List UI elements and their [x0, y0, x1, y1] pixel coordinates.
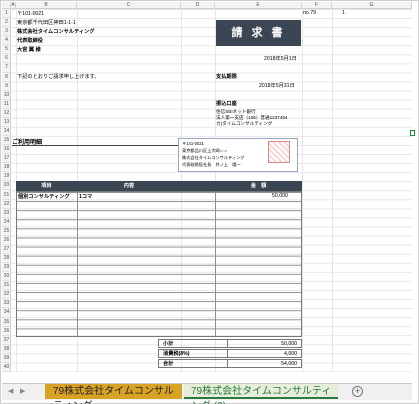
sheet-tab-2[interactable]: 79株式会社タイムコンサルティング (2) [184, 384, 338, 404]
due-label: 支払期限 [216, 74, 237, 80]
row-header-35[interactable]: 35 [2, 318, 11, 327]
row-header-25[interactable]: 25 [2, 227, 11, 236]
header-amount: 金 額 [250, 183, 267, 189]
issuer-zip: 〒141-0021 [182, 141, 204, 146]
row-header-13[interactable]: 13 [2, 118, 11, 127]
subtotal-label: 小計 [163, 341, 174, 347]
table-body [16, 191, 302, 337]
row-header-20[interactable]: 20 [2, 181, 11, 191]
column-header-c[interactable]: C [77, 2, 181, 9]
total-label: 合計 [163, 361, 174, 367]
row-header-8[interactable]: 8 [2, 73, 11, 82]
due-date: 2018年5月31日 [259, 83, 295, 89]
table-col-divider [215, 191, 216, 337]
summary-divider [227, 340, 228, 347]
row-header-26[interactable]: 26 [2, 236, 11, 245]
row-header-15[interactable]: 15 [2, 136, 11, 146]
recipient-address: 東京都千代田区神田1-1-1 [17, 20, 76, 26]
tax-row: 消費税(8%) 4,000 [158, 349, 302, 358]
column-header-d[interactable]: D [181, 2, 215, 9]
recipient-name: 大宮 翼 様 [17, 47, 41, 53]
row-header-40[interactable]: 40 [2, 363, 11, 372]
selection-handle[interactable] [410, 130, 415, 136]
row-header-23[interactable]: 23 [2, 209, 11, 218]
column-header-f[interactable]: F [302, 2, 332, 9]
row-header-18[interactable]: 18 [2, 163, 11, 173]
row-header-3[interactable]: 3 [2, 27, 11, 37]
row-header-24[interactable]: 24 [2, 218, 11, 227]
grid-vline [332, 9, 333, 372]
table-row-amount: 50,000 [272, 193, 288, 199]
row-header-33[interactable]: 33 [2, 299, 11, 309]
issuer-company: 株式会社タイムコンサルティング [182, 155, 245, 160]
intro-text: 下記のとおりご請求申し上げます。 [17, 74, 100, 80]
column-header-g[interactable]: G [332, 2, 412, 9]
row-header-7[interactable]: 7 [2, 63, 11, 73]
row-header-31[interactable]: 31 [2, 281, 11, 291]
column-header-bar: A B C D E F G [2, 2, 412, 9]
usage-underline [12, 145, 178, 146]
table-row-content: 1コマ [79, 194, 93, 200]
row-header-39[interactable]: 39 [2, 354, 11, 363]
table-col-divider [77, 191, 78, 337]
sheet-tab-1[interactable]: 79株式会社タイムコンサルティング [45, 384, 182, 404]
company-seal-icon [268, 141, 290, 163]
row-header-28[interactable]: 28 [2, 254, 11, 264]
recipient-title: 代表取締役 [17, 38, 43, 44]
grid-vline [302, 9, 303, 372]
row-header-32[interactable]: 32 [2, 290, 11, 300]
invoice-title: 請 求 書 [216, 20, 301, 46]
row-header-22[interactable]: 22 [2, 200, 11, 209]
row-header-36[interactable]: 36 [2, 327, 11, 336]
add-sheet-button[interactable]: + [352, 386, 363, 397]
issuer-rep: 代表取締役社長 井ノ上 陽一 [182, 162, 241, 167]
row-header-37[interactable]: 37 [2, 336, 11, 345]
row-header-21[interactable]: 21 [2, 191, 11, 200]
table-header: 項目 内容 金 額 [16, 181, 302, 191]
header-item: 項目 [41, 183, 52, 189]
row-header-16[interactable]: 16 [2, 145, 11, 155]
row-header-34[interactable]: 34 [2, 308, 11, 318]
column-header-b[interactable]: B [16, 2, 77, 9]
row-header-29[interactable]: 29 [2, 263, 11, 273]
row-header-2[interactable]: 2 [2, 18, 11, 28]
total-row: 合計 54,000 [158, 359, 302, 368]
row-header-38[interactable]: 38 [2, 345, 11, 354]
subtotal-row: 小計 50,000 [158, 339, 302, 348]
total-value: 54,000 [281, 361, 297, 367]
issue-date: 2018年5月1日 [264, 56, 297, 62]
tax-label: 消費税(8%) [163, 351, 190, 357]
column-header-e[interactable]: E [215, 2, 302, 9]
row-header-19[interactable]: 19 [2, 172, 11, 182]
row-header-bar: 1 2 3 4 5 6 7 8 9 10 11 12 13 14 15 16 17 18 19 20 21 22 23 24 2… [2, 9, 11, 372]
row-header-17[interactable]: 17 [2, 154, 11, 164]
row-header-27[interactable]: 27 [2, 245, 11, 254]
row-header-30[interactable]: 30 [2, 272, 11, 282]
row-header-14[interactable]: 14 [2, 127, 11, 137]
row-header-12[interactable]: 12 [2, 109, 11, 118]
header-content: 内容 [123, 183, 135, 189]
tab-scroll-right-icon[interactable]: ▶ [20, 387, 25, 395]
tab-scroll-left-icon[interactable]: ◀ [8, 387, 13, 395]
select-all-corner[interactable] [2, 2, 11, 9]
row-header-11[interactable]: 11 [2, 100, 11, 109]
summary-divider [227, 350, 228, 357]
bank-label: 振込口座 [216, 101, 237, 107]
row-header-4[interactable]: 4 [2, 36, 11, 46]
recipient-zip: 〒101-0021 [17, 11, 45, 17]
issuer-address: 東京都品川区上大崎○○○ [182, 148, 228, 153]
subtotal-value: 50,000 [281, 341, 297, 347]
row-header-10[interactable]: 10 [2, 91, 11, 100]
bank-holder: カ)タイムコンサルティング [216, 121, 273, 126]
invoice-number: no.79 [303, 10, 316, 16]
cell-g1-value: 1 [342, 10, 345, 16]
summary-divider [227, 360, 228, 367]
row-header-6[interactable]: 6 [2, 54, 11, 64]
row-header-5[interactable]: 5 [2, 45, 11, 55]
table-row-item: 個別コンサルティング [18, 194, 70, 200]
row-header-9[interactable]: 9 [2, 82, 11, 91]
row-header-1[interactable]: 1 [2, 9, 11, 19]
tax-value: 4,000 [284, 351, 297, 357]
recipient-company: 株式会社タイムコンサルティング [17, 29, 95, 35]
